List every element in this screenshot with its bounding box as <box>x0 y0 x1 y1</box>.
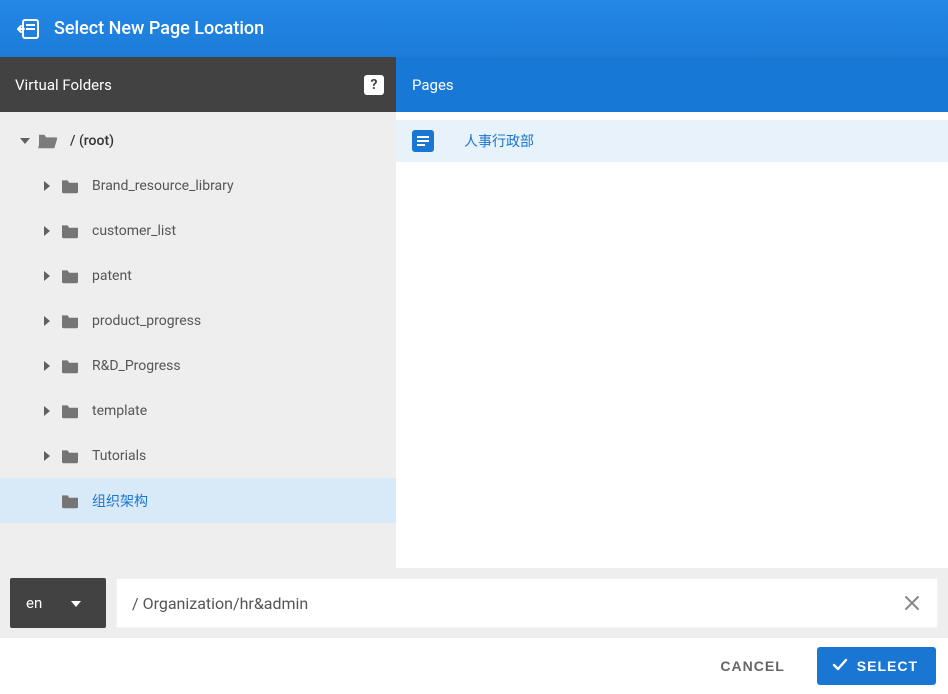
folder-icon <box>58 448 82 464</box>
tree-item[interactable]: patent <box>0 253 396 298</box>
expand-icon[interactable] <box>36 226 58 236</box>
folder-label: customer_list <box>92 223 176 239</box>
folder-tree[interactable]: / (root) Brand_resource_library <box>0 112 396 568</box>
cancel-button[interactable]: CANCEL <box>708 648 796 684</box>
folder-icon <box>58 403 82 419</box>
tree-item[interactable]: product_progress <box>0 298 396 343</box>
pages-header: Pages <box>396 57 948 112</box>
expand-icon[interactable] <box>36 361 58 371</box>
page-location-icon <box>16 17 40 41</box>
folder-label: patent <box>92 268 132 284</box>
folder-label: product_progress <box>92 313 201 329</box>
page-item[interactable]: 人事行政部 <box>396 120 948 162</box>
folder-label: Brand_resource_library <box>92 178 234 194</box>
folder-icon <box>58 313 82 329</box>
folder-icon <box>58 268 82 284</box>
pages-panel: Pages 人事行政部 <box>396 57 948 568</box>
select-button[interactable]: SELECT <box>817 647 936 685</box>
tree-item[interactable]: R&D_Progress <box>0 343 396 388</box>
expand-icon[interactable] <box>36 181 58 191</box>
folder-icon <box>58 223 82 239</box>
clear-icon[interactable] <box>896 587 928 619</box>
folder-label: R&D_Progress <box>92 358 181 374</box>
virtual-folders-title: Virtual Folders <box>15 76 364 94</box>
chevron-down-icon <box>70 594 82 612</box>
tree-item[interactable]: Tutorials <box>0 433 396 478</box>
select-button-label: SELECT <box>857 658 918 674</box>
path-bar: en <box>0 568 948 638</box>
folder-icon <box>58 358 82 374</box>
dialog-footer: CANCEL SELECT <box>0 638 948 694</box>
expand-icon[interactable] <box>36 271 58 281</box>
dialog-title: Select New Page Location <box>54 18 264 39</box>
expand-icon[interactable] <box>36 316 58 326</box>
path-input-container <box>116 578 938 628</box>
page-icon <box>412 130 434 152</box>
tree-item[interactable]: customer_list <box>0 208 396 253</box>
language-value: en <box>26 594 42 612</box>
language-select[interactable]: en <box>10 578 106 628</box>
tree-item[interactable]: Brand_resource_library <box>0 163 396 208</box>
pages-list[interactable]: 人事行政部 <box>396 112 948 568</box>
folder-open-icon <box>36 132 60 150</box>
folder-icon <box>58 493 82 509</box>
tree-item-selected[interactable]: 组织架构 <box>0 478 396 523</box>
main-content: Virtual Folders ? / (root) <box>0 57 948 568</box>
help-button[interactable]: ? <box>364 75 384 95</box>
virtual-folders-panel: Virtual Folders ? / (root) <box>0 57 396 568</box>
dialog-header: Select New Page Location <box>0 0 948 57</box>
expand-icon[interactable] <box>36 406 58 416</box>
tree-item[interactable]: template <box>0 388 396 433</box>
check-icon <box>831 656 849 677</box>
pages-title: Pages <box>412 76 454 94</box>
folder-icon <box>58 178 82 194</box>
expand-icon[interactable] <box>14 135 36 147</box>
page-label: 人事行政部 <box>464 131 534 151</box>
folder-label: 组织架构 <box>92 491 148 511</box>
virtual-folders-header: Virtual Folders ? <box>0 57 396 112</box>
folder-label: / (root) <box>70 133 114 149</box>
folder-label: template <box>92 403 147 419</box>
expand-icon[interactable] <box>36 451 58 461</box>
path-input[interactable] <box>132 594 896 613</box>
folder-label: Tutorials <box>92 448 146 464</box>
tree-root[interactable]: / (root) <box>0 118 396 163</box>
